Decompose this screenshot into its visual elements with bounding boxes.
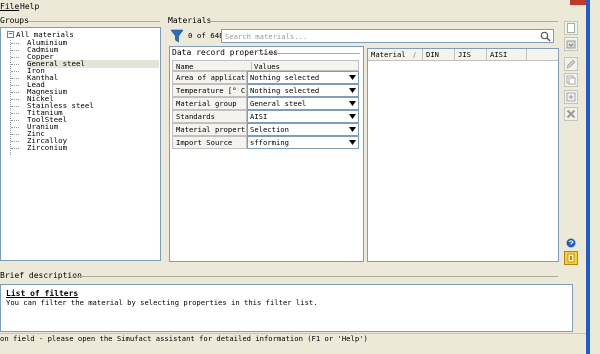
materials-title-rule <box>210 21 558 22</box>
property-value: AISI <box>250 112 268 121</box>
tree-branch <box>11 50 19 51</box>
property-value: General steel <box>250 99 307 108</box>
chevron-down-icon[interactable] <box>347 124 358 135</box>
results-table-header: Material DIN JIS AISI <box>368 49 558 61</box>
edit-button[interactable] <box>564 57 578 71</box>
property-name: Standards <box>172 110 247 123</box>
area-of-application-select[interactable]: Nothing selected <box>247 71 359 84</box>
chevron-down-icon[interactable] <box>347 72 358 83</box>
col-values-header: Values <box>251 62 280 71</box>
brief-description-box: List of filters You can filter the mater… <box>0 284 573 332</box>
search-icon[interactable] <box>540 31 551 42</box>
new-material-button[interactable] <box>564 21 578 35</box>
export-button[interactable] <box>564 90 578 104</box>
property-name: Material group <box>172 97 247 110</box>
tree-expander-icon[interactable]: − <box>7 31 14 38</box>
groups-title: Groups <box>0 16 29 25</box>
status-text: on field - please open the Simufact assi… <box>0 334 368 343</box>
temperature-select[interactable]: Nothing selected <box>247 84 359 97</box>
property-table-header: Name Values <box>172 60 359 71</box>
search-input[interactable]: Search materials... <box>221 29 554 43</box>
help-icon <box>566 238 576 248</box>
property-name: Area of application <box>172 71 247 84</box>
filter-result-count: 0 of 648 <box>188 31 224 40</box>
col-name-header: Name <box>176 62 194 71</box>
tree-branch <box>11 141 19 142</box>
material-properties-select[interactable]: Selection <box>247 123 359 136</box>
chevron-down-icon[interactable] <box>347 85 358 96</box>
property-name: Material properties <box>172 123 247 136</box>
brief-heading: List of filters <box>6 289 79 298</box>
property-row: Material group General steel <box>172 97 359 110</box>
tree-branch <box>11 106 19 107</box>
col-aisi-header[interactable]: AISI <box>487 49 527 61</box>
title-bar-corner <box>570 0 586 5</box>
info-button[interactable] <box>564 251 578 265</box>
tree-branch <box>11 99 19 100</box>
col-jis-header[interactable]: JIS <box>455 49 487 61</box>
menu-bar: File Help <box>0 0 600 14</box>
menu-file[interactable]: File <box>0 0 19 13</box>
import-source-select[interactable]: sfforming <box>247 136 359 149</box>
property-row: Import Source sfforming <box>172 136 359 149</box>
tree-branch <box>11 78 19 79</box>
chevron-down-icon[interactable] <box>347 111 358 122</box>
import-button[interactable] <box>564 37 578 51</box>
chevron-down-icon[interactable] <box>347 98 358 109</box>
material-group-select[interactable]: General steel <box>247 97 359 110</box>
data-record-title-rule <box>262 53 360 54</box>
close-icon <box>566 109 576 119</box>
groups-tree[interactable]: − All materials Aluminium Cadmium Copper … <box>0 27 161 261</box>
copy-button[interactable] <box>564 73 578 87</box>
standards-select[interactable]: AISI <box>247 110 359 123</box>
menu-help[interactable]: Help <box>20 0 39 13</box>
tree-branch <box>11 92 19 93</box>
tree-branch <box>11 113 19 114</box>
materials-results-table[interactable]: Material DIN JIS AISI <box>367 48 559 262</box>
status-bar: on field - please open the Simufact assi… <box>0 333 586 343</box>
brief-description-title: Brief description <box>0 271 82 280</box>
window-frame-right <box>590 0 600 354</box>
chevron-down-icon[interactable] <box>347 137 358 148</box>
tree-branch <box>11 127 19 128</box>
brief-description-rule <box>72 276 558 277</box>
tree-branch <box>11 64 19 65</box>
groups-title-rule <box>28 21 160 22</box>
tree-branch <box>11 57 19 58</box>
tree-item-zirconium[interactable]: Zirconium <box>27 144 67 152</box>
info-icon <box>567 253 575 263</box>
brief-text: You can filter the material by selecting… <box>6 298 318 307</box>
property-value: Selection <box>250 125 289 134</box>
help-button[interactable] <box>564 236 578 250</box>
tree-branch <box>11 43 19 44</box>
tree-branch <box>11 85 19 86</box>
tree-branch <box>11 148 19 149</box>
property-row: Temperature [° C] Nothing selected <box>172 84 359 97</box>
col-din-header[interactable]: DIN <box>423 49 455 61</box>
property-value: Nothing selected <box>250 86 320 95</box>
property-row: Area of application Nothing selected <box>172 71 359 84</box>
delete-button[interactable] <box>564 107 578 121</box>
property-row: Standards AISI <box>172 110 359 123</box>
property-value: sfforming <box>250 138 289 147</box>
tree-item-general-steel[interactable]: General steel <box>27 60 159 68</box>
property-value: Nothing selected <box>250 73 320 82</box>
filter-icon[interactable] <box>170 29 184 43</box>
search-placeholder: Search materials... <box>225 32 308 41</box>
tree-branch <box>11 120 19 121</box>
property-name: Import Source <box>172 136 247 149</box>
materials-title: Materials <box>168 16 212 25</box>
tree-branch <box>11 71 19 72</box>
tree-branch <box>11 134 19 135</box>
property-row: Material properties Selection <box>172 123 359 136</box>
property-name: Temperature [° C] <box>172 84 247 97</box>
